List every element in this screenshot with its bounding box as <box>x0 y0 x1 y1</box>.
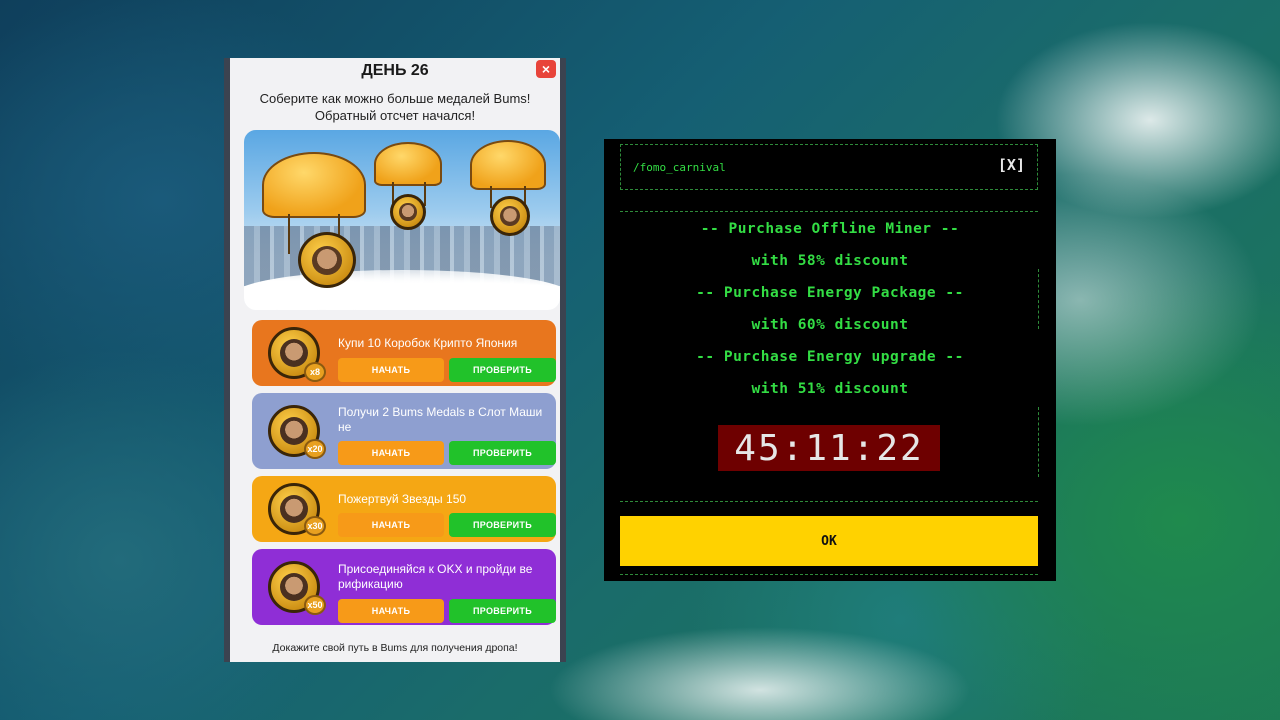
ok-button[interactable]: OK <box>620 516 1038 566</box>
offer-line-1: -- Purchase Offline Miner -- <box>700 221 960 237</box>
multiplier-badge: x8 <box>304 362 326 382</box>
footer-text: Докажите свой путь в Bums для получения … <box>272 642 518 654</box>
start-button[interactable]: НАЧАТЬ <box>338 358 444 382</box>
start-button[interactable]: НАЧАТЬ <box>338 441 444 465</box>
task-card-donate-stars: x30 Пожертвуй Звезды 150 НАЧАТЬ ПРОВЕРИТ… <box>252 476 556 542</box>
offer-line-3: -- Purchase Energy Package -- <box>696 285 964 301</box>
medal-icon <box>490 196 530 236</box>
check-button[interactable]: ПРОВЕРИТЬ <box>449 358 556 382</box>
start-button[interactable]: НАЧАТЬ <box>338 599 444 623</box>
close-button[interactable]: × <box>536 60 556 78</box>
divider <box>620 574 1038 575</box>
terminal-modal: /fomo_carnival [X] -- Purchase Offline M… <box>604 139 1056 581</box>
parachute-canopy <box>262 152 366 218</box>
multiplier-badge: x50 <box>304 595 326 615</box>
countdown-timer: 45:11:22 <box>718 425 940 471</box>
parachute-medal-right <box>470 140 548 238</box>
offer-line-5: -- Purchase Energy upgrade -- <box>696 349 964 365</box>
medal-icon <box>298 232 356 288</box>
check-button[interactable]: ПРОВЕРИТЬ <box>449 599 556 623</box>
divider <box>1038 407 1039 477</box>
parachute-canopy <box>374 142 442 186</box>
parachute-medal-large <box>262 152 366 288</box>
offer-line-4: with 60% discount <box>751 317 909 333</box>
task-title: Присоединяйся к OKX и пройди ве рификаци… <box>338 562 533 591</box>
task-card-slot-machine: x20 Получи 2 Bums Medals в Слот Маши не … <box>252 393 556 469</box>
subtitle-line-2: Обратный отсчет начался! <box>314 108 476 123</box>
multiplier-badge: x30 <box>304 516 326 536</box>
panel-title: ДЕНЬ 26 <box>361 62 429 79</box>
subtitle-line-1: Соберите как можно больше медалей Bums! <box>259 91 531 106</box>
task-card-join-okx: x50 Присоединяйся к OKX и пройди ве рифи… <box>252 549 556 625</box>
offer-line-2: with 58% discount <box>751 253 909 269</box>
parachute-canopy <box>470 140 546 190</box>
task-card-buy-boxes: x8 Купи 10 Коробок Крипто Япония НАЧАТЬ … <box>252 320 556 386</box>
start-button[interactable]: НАЧАТЬ <box>338 513 444 537</box>
terminal-path: /fomo_carnival <box>633 161 726 174</box>
check-button[interactable]: ПРОВЕРИТЬ <box>449 441 556 465</box>
task-title: Получи 2 Bums Medals в Слот Маши не <box>338 405 543 434</box>
multiplier-badge: x20 <box>304 439 326 459</box>
medal-icon <box>390 194 426 230</box>
task-title: Пожертвуй Звезды 150 <box>338 492 467 506</box>
terminal-close-button[interactable]: [X] <box>998 156 1025 174</box>
quest-subtitle: Соберите как можно больше медалей Bums! … <box>240 90 550 124</box>
quest-panel: ДЕНЬ 26 × Соберите как можно больше меда… <box>224 58 566 662</box>
check-button[interactable]: ПРОВЕРИТЬ <box>449 513 556 537</box>
divider <box>620 501 1038 502</box>
parachute-medal-middle <box>374 142 444 232</box>
offer-line-6: with 51% discount <box>751 381 909 397</box>
close-icon: × <box>541 61 551 77</box>
task-title: Купи 10 Коробок Крипто Япония <box>338 336 518 350</box>
terminal-header: /fomo_carnival [X] <box>620 144 1038 190</box>
parachute-banner <box>244 130 560 310</box>
divider <box>620 211 1038 212</box>
